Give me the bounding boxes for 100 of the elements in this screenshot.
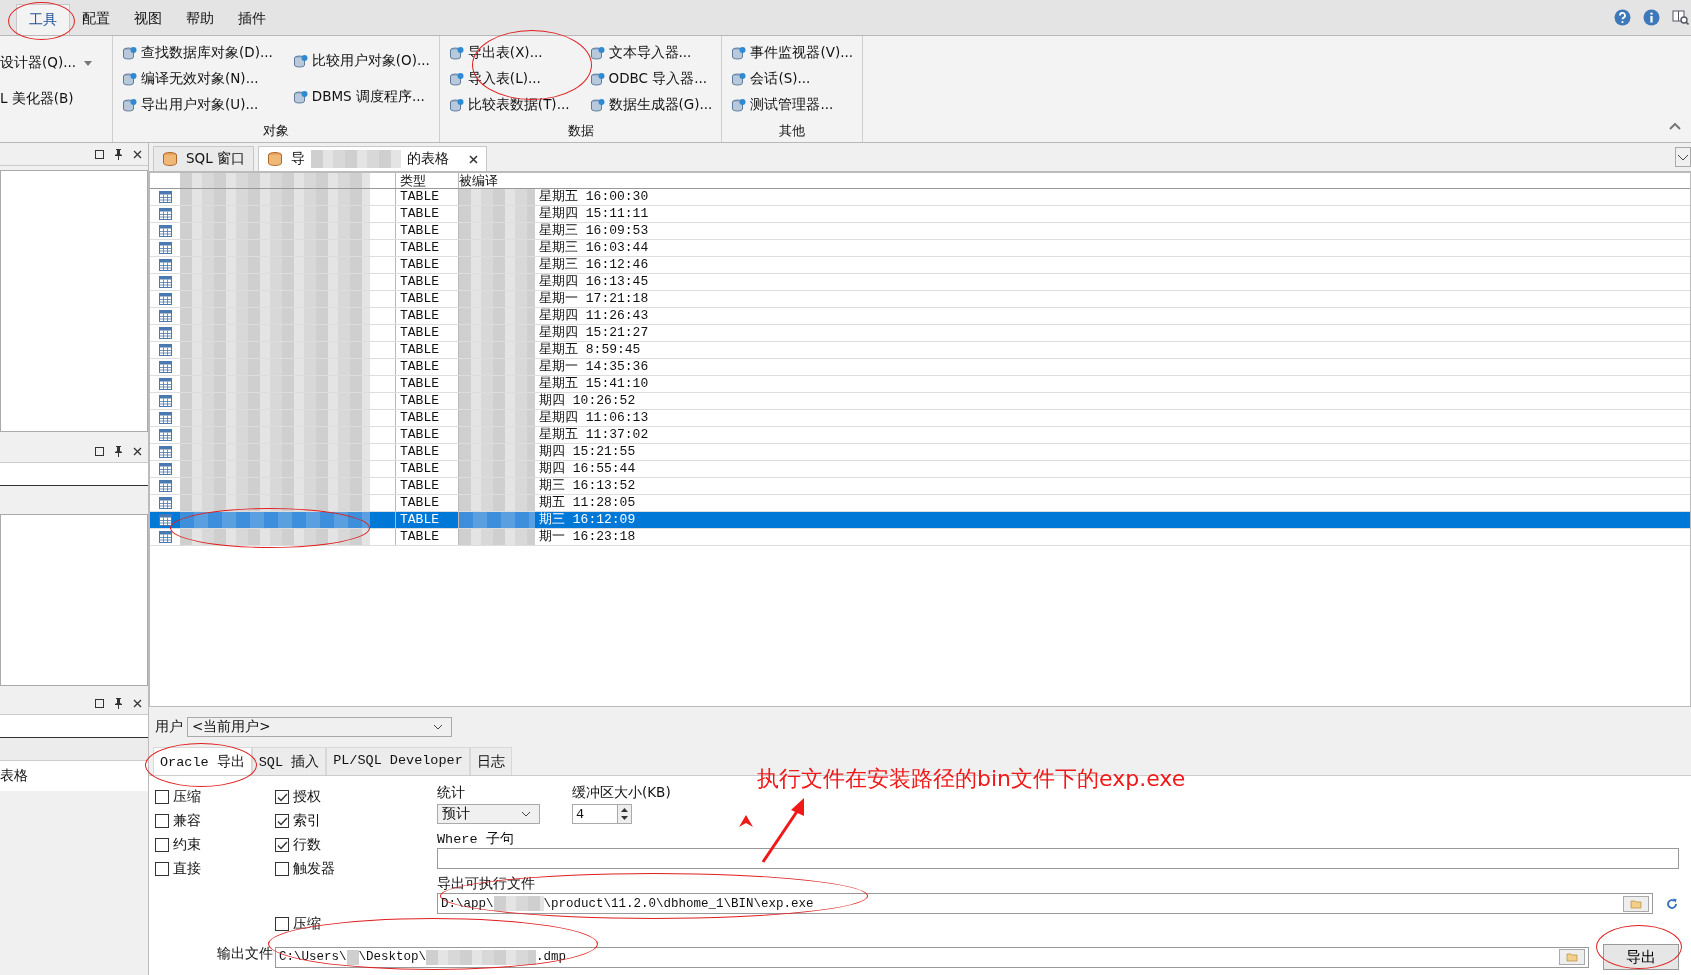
- table-row[interactable]: TABLE 星期四 16:13:45: [150, 274, 1690, 291]
- filter-field[interactable]: [0, 463, 148, 486]
- table-icon: [158, 259, 172, 271]
- table-cell: 星期五 11:37:02: [539, 427, 649, 443]
- export-tab[interactable]: Oracle 导出: [153, 747, 252, 775]
- ribbon-button[interactable]: 文本导入器...: [586, 42, 716, 64]
- database-icon: [122, 45, 137, 61]
- table-row[interactable]: TABLE 期四 10:26:52: [150, 393, 1690, 410]
- dropdown-arrow-icon[interactable]: [84, 60, 93, 66]
- close-icon[interactable]: [133, 446, 142, 456]
- executable-path-field[interactable]: D:\app\ \product\11.2.0\dbhome_1\BIN\exp.exe: [437, 893, 1653, 914]
- table-row[interactable]: TABLE 星期四 15:11:11: [150, 206, 1690, 223]
- column-header[interactable]: 类型: [396, 173, 459, 188]
- checkbox[interactable]: [155, 814, 169, 828]
- info-icon[interactable]: [1643, 9, 1660, 26]
- table-icon: [158, 514, 172, 526]
- ribbon-button[interactable]: 数据生成器(G)...: [586, 94, 716, 116]
- checkbox[interactable]: [275, 917, 289, 932]
- user-dropdown[interactable]: <当前用户>: [187, 717, 452, 737]
- menu-tab[interactable]: 工具: [16, 4, 70, 35]
- table-row[interactable]: TABLE 期四 15:21:55: [150, 444, 1690, 461]
- ribbon-item[interactable]: L 美化器(B): [0, 90, 74, 108]
- table-icon: [158, 344, 172, 356]
- checkbox[interactable]: [275, 862, 289, 876]
- checkbox[interactable]: [155, 862, 169, 876]
- maximize-icon[interactable]: [95, 446, 104, 456]
- ribbon-button[interactable]: 比较表数据(T)...: [445, 94, 573, 116]
- ribbon-button[interactable]: 事件监视器(V)...: [728, 42, 857, 64]
- ribbon-button[interactable]: 比较用户对象(O)...: [289, 50, 433, 72]
- table-row[interactable]: TABLE 期三 16:12:09: [150, 512, 1690, 529]
- pin-icon[interactable]: [114, 148, 123, 160]
- checkbox[interactable]: [155, 790, 169, 804]
- table-row[interactable]: TABLE 星期一 17:21:18: [150, 291, 1690, 308]
- ribbon-button[interactable]: 查找数据库对象(D)...: [119, 42, 276, 64]
- buffer-size-spinner[interactable]: 4: [572, 804, 632, 824]
- table-row[interactable]: TABLE 星期四 11:26:43: [150, 308, 1690, 325]
- ribbon-button[interactable]: ODBC 导入器...: [586, 68, 716, 90]
- table-cell: 期四 16:55:44: [539, 461, 636, 477]
- ribbon-button[interactable]: DBMS 调度程序...: [289, 86, 433, 108]
- ribbon-item[interactable]: 设计器(Q)...: [0, 54, 77, 72]
- ribbon-button[interactable]: 测试管理器...: [728, 94, 857, 116]
- table-row[interactable]: TABLE 星期三 16:12:46: [150, 257, 1690, 274]
- table-row[interactable]: TABLE 期三 16:13:52: [150, 478, 1690, 495]
- list-item[interactable]: 表格: [0, 767, 28, 785]
- checkbox[interactable]: [275, 838, 289, 852]
- table-row[interactable]: TABLE 星期一 14:35:36: [150, 359, 1690, 376]
- group-title: 对象: [261, 122, 290, 140]
- export-tab[interactable]: PL/SQL Developer: [326, 747, 470, 775]
- table-row[interactable]: TABLE 星期五 8:59:45: [150, 342, 1690, 359]
- column-header[interactable]: 被编译: [459, 173, 1690, 188]
- user-label: 用户: [155, 718, 183, 736]
- blurred-region: [493, 896, 544, 911]
- table-row[interactable]: TABLE 星期五 15:41:10: [150, 376, 1690, 393]
- checkbox[interactable]: [275, 814, 289, 828]
- pin-icon[interactable]: [114, 445, 123, 457]
- pin-icon[interactable]: [114, 697, 123, 709]
- menu-tab[interactable]: 插件: [226, 4, 278, 35]
- database-icon: [162, 150, 180, 168]
- table-row[interactable]: TABLE 期一 16:23:18: [150, 529, 1690, 546]
- table-cell: 星期四 15:11:11: [539, 206, 649, 222]
- table-row[interactable]: TABLE 星期五 16:00:30: [150, 189, 1690, 206]
- ribbon-button[interactable]: 编译无效对象(N)...: [119, 68, 276, 90]
- maximize-icon[interactable]: [95, 698, 104, 708]
- help-icon[interactable]: [1614, 9, 1631, 26]
- table-row[interactable]: TABLE 星期三 16:09:53: [150, 223, 1690, 240]
- collapse-ribbon-icon[interactable]: [1669, 123, 1681, 130]
- close-icon[interactable]: [469, 154, 478, 164]
- table-cell: 期四 10:26:52: [539, 393, 636, 409]
- refresh-icon[interactable]: [1665, 896, 1679, 911]
- document-tab[interactable]: SQL 窗口: [153, 146, 254, 171]
- spin-arrows-icon[interactable]: [620, 806, 629, 822]
- menu-tab[interactable]: 配置: [70, 4, 122, 35]
- export-tab[interactable]: SQL 插入: [251, 747, 327, 775]
- table-cell: 星期五 16:00:30: [539, 189, 649, 205]
- ribbon-button[interactable]: 导出用户对象(U)...: [119, 94, 276, 116]
- close-icon[interactable]: [133, 149, 142, 159]
- menu-tab[interactable]: 视图: [122, 4, 174, 35]
- checkbox[interactable]: [275, 790, 289, 804]
- maximize-icon[interactable]: [95, 149, 104, 159]
- menu-tab[interactable]: 帮助: [174, 4, 226, 35]
- export-tab[interactable]: 日志: [469, 747, 512, 775]
- database-icon: [589, 97, 605, 113]
- close-icon[interactable]: [133, 698, 142, 708]
- table-cell: 星期四 16:13:45: [539, 274, 649, 290]
- ribbon-button[interactable]: 会话(S)...: [728, 68, 857, 90]
- checkbox[interactable]: [155, 838, 169, 852]
- table-row[interactable]: TABLE 期四 16:55:44: [150, 461, 1690, 478]
- search-icon[interactable]: [1672, 9, 1689, 25]
- table-row[interactable]: TABLE 星期三 16:03:44: [150, 240, 1690, 257]
- database-icon: [589, 71, 605, 87]
- where-clause-field[interactable]: [437, 848, 1679, 869]
- table-icon: [158, 480, 172, 492]
- export-button[interactable]: 导出: [1603, 944, 1679, 971]
- stats-dropdown[interactable]: 预计: [437, 804, 540, 824]
- filter-field[interactable]: [0, 715, 148, 738]
- document-tab[interactable]: 导 的表格: [258, 146, 487, 171]
- table-row[interactable]: TABLE 星期五 11:37:02: [150, 427, 1690, 444]
- table-row[interactable]: TABLE 星期四 15:21:27: [150, 325, 1690, 342]
- table-icon: [158, 310, 172, 322]
- table-row[interactable]: TABLE 星期四 11:06:13: [150, 410, 1690, 427]
